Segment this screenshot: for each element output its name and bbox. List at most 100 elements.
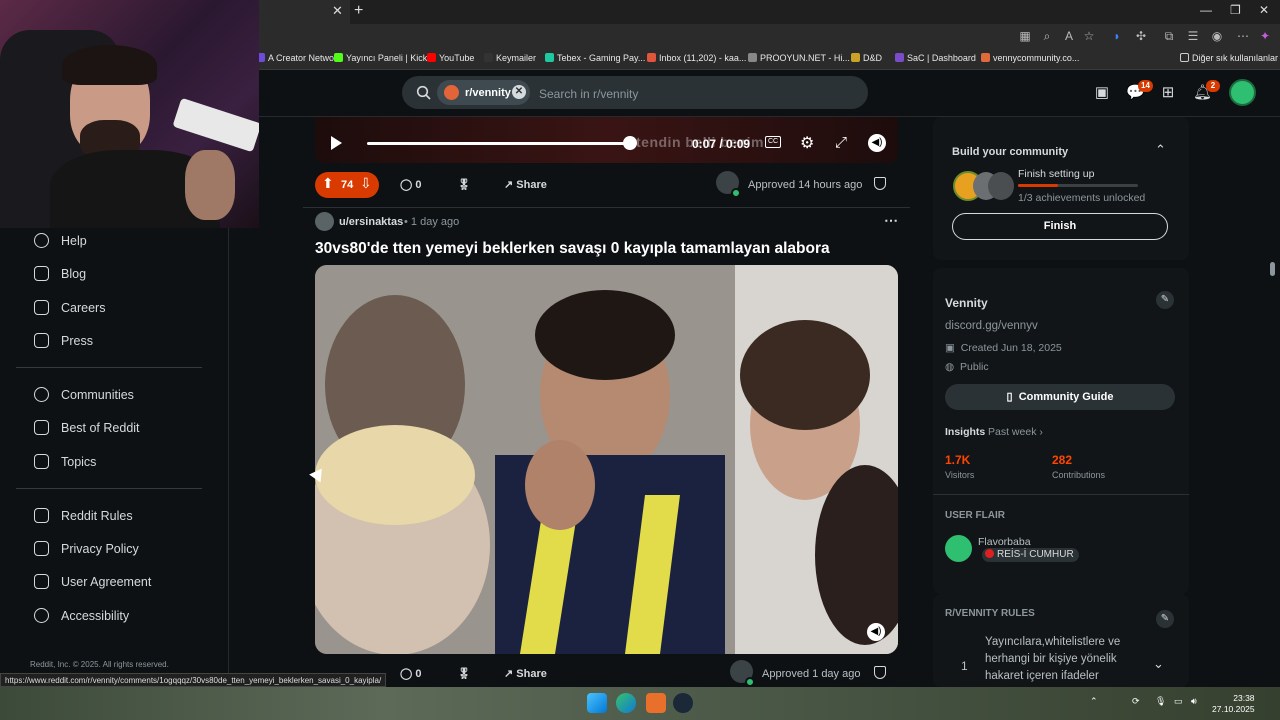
nav-item-help[interactable]: Help	[34, 233, 87, 248]
award-button[interactable]: 🎖︎	[448, 172, 480, 198]
bookmark-favicon-icon	[851, 53, 860, 62]
settings-gear-icon[interactable]: ⚙	[800, 133, 814, 153]
favorite-star-icon[interactable]: ☆	[1082, 29, 1096, 43]
play-icon[interactable]	[328, 135, 344, 151]
edit-pencil-icon[interactable]: ✎	[1156, 291, 1174, 309]
topics-icon	[34, 454, 49, 469]
nav-item-accessibility[interactable]: Accessibility	[34, 608, 129, 623]
comments-button[interactable]: ◯ 0	[392, 661, 436, 687]
streamer-webcam-overlay	[0, 0, 259, 228]
post-title[interactable]: 30vs80'de tten yemeyi beklerken savaşı 0…	[315, 240, 830, 258]
bookmark-item[interactable]: D&D	[851, 53, 882, 63]
award-button[interactable]: 🎖︎	[448, 661, 480, 687]
bookmark-item[interactable]: PROOYUN.NET - Hi...	[748, 53, 850, 63]
captions-icon[interactable]: CC	[765, 136, 781, 148]
expand-rule-chevron-icon[interactable]: ⌄	[1153, 656, 1164, 672]
mod-shield-icon[interactable]	[874, 666, 886, 679]
close-tab-icon[interactable]: ✕	[332, 3, 346, 19]
bookmark-item[interactable]: A Creator Network	[256, 53, 342, 63]
collapse-chevron-icon[interactable]: ⌃	[1155, 142, 1166, 158]
vote-count: 74	[341, 179, 354, 191]
nav-item-privacy-policy[interactable]: Privacy Policy	[34, 541, 139, 556]
video-scrubber-handle[interactable]	[623, 136, 637, 150]
bookmark-item[interactable]: Yayıncı Paneli | Kick	[334, 53, 427, 63]
comments-button[interactable]: ◯ 0	[392, 172, 436, 198]
fullscreen-icon[interactable]: ⤢	[835, 134, 847, 151]
bookmark-item[interactable]: Inbox (11,202) - kaa...	[647, 53, 746, 63]
app-launcher-icon[interactable]	[646, 693, 666, 713]
nav-item-careers[interactable]: Careers	[34, 300, 105, 315]
video-progress-bar[interactable]	[367, 142, 630, 145]
share-button[interactable]: ↗ Share	[494, 661, 560, 687]
rules-heading: R/VENNITY RULES	[945, 608, 1035, 619]
microphone-icon[interactable]: 🎙︎	[1155, 696, 1166, 707]
nav-item-blog[interactable]: Blog	[34, 266, 86, 281]
page-scrollbar[interactable]	[1270, 262, 1275, 276]
bookmark-item[interactable]: vennycommunity.co...	[981, 53, 1079, 63]
start-menu-icon[interactable]	[587, 693, 607, 713]
bookmark-item[interactable]: Tebex - Gaming Pay...	[545, 53, 645, 63]
edge-browser-icon[interactable]	[616, 693, 636, 713]
steam-icon[interactable]	[673, 693, 693, 713]
extensions-puzzle-icon[interactable]: ✣	[1134, 29, 1148, 43]
downvote-icon[interactable]: ⇩	[360, 175, 372, 192]
search-input[interactable]: Search in r/vennity	[539, 87, 638, 101]
tray-chevron-icon[interactable]: ⌃	[1090, 696, 1098, 707]
window-close-icon[interactable]: ✕	[1259, 3, 1269, 17]
video-time: 0:07 / 0:09	[692, 137, 751, 151]
nav-item-press[interactable]: Press	[34, 333, 93, 348]
build-card-subtitle: Finish setting up	[1018, 168, 1095, 180]
zoom-icon[interactable]: ⌕	[1040, 29, 1054, 43]
nav-item-communities[interactable]: Communities	[34, 387, 134, 402]
upvote-icon[interactable]: ⬆	[322, 175, 334, 192]
extension-icon[interactable]: ◗	[1110, 29, 1124, 43]
read-aloud-icon[interactable]: A	[1062, 29, 1076, 43]
community-description[interactable]: discord.gg/vennyv	[945, 320, 1038, 332]
author-avatar[interactable]	[315, 212, 334, 231]
post-video-thumbnail[interactable]: ◀)	[315, 265, 898, 654]
tray-sync-icon[interactable]: ⟳	[1132, 696, 1140, 707]
user-avatar[interactable]	[1229, 79, 1256, 106]
share-button[interactable]: ↗ Share	[494, 172, 560, 198]
minimize-icon[interactable]: —	[1200, 3, 1212, 17]
edit-rules-icon[interactable]: ✎	[1156, 610, 1174, 628]
vpn-icon[interactable]: ◉	[1210, 29, 1224, 43]
restore-icon[interactable]: ❐	[1230, 3, 1241, 17]
nav-item-topics[interactable]: Topics	[34, 454, 96, 469]
mute-icon[interactable]: ◀)	[867, 623, 885, 641]
volume-icon[interactable]: ◀)	[868, 134, 886, 152]
rule-text[interactable]: Yayıncılara,whitelistlere ve herhangi bi…	[985, 634, 1135, 685]
speaker-icon[interactable]: 🔊︎	[1191, 696, 1197, 707]
network-icon[interactable]: ▭	[1174, 696, 1183, 707]
achievements-text: 1/3 achievements unlocked	[1018, 192, 1146, 204]
nav-item-user-agreement[interactable]: User Agreement	[34, 574, 151, 589]
advertise-icon[interactable]: ▣	[1093, 84, 1111, 102]
post-author[interactable]: u/ersinaktas	[339, 216, 403, 228]
other-bookmarks-folder[interactable]: Diğer sık kullanılanlar	[1180, 53, 1278, 63]
notifications-badge: 2	[1206, 80, 1220, 92]
post-options-icon[interactable]: ⋯	[884, 212, 898, 229]
finish-button[interactable]: Finish	[952, 213, 1168, 240]
new-tab-icon[interactable]: +	[354, 2, 363, 20]
bookmark-item[interactable]: YouTube	[427, 53, 474, 63]
award-icon: 🎖︎	[457, 668, 471, 680]
insights-period-dropdown[interactable]: Past week ›	[988, 426, 1043, 438]
app-icon[interactable]: ▦	[1018, 29, 1032, 43]
copilot-icon[interactable]: ✦	[1258, 29, 1272, 43]
mod-shield-icon[interactable]	[874, 177, 886, 190]
share-icon: ↗	[504, 668, 514, 680]
blog-icon	[34, 266, 49, 281]
system-clock[interactable]: 23:38 27.10.2025	[1212, 693, 1255, 715]
bookmark-item[interactable]: Keymailer	[484, 53, 536, 63]
more-menu-icon[interactable]: ⋯	[1236, 29, 1250, 43]
favorites-icon[interactable]: ☰	[1186, 29, 1200, 43]
community-guide-button[interactable]: ▯ Community Guide	[945, 384, 1175, 410]
comment-icon: ◯	[400, 668, 413, 680]
remove-chip-icon[interactable]: ✕	[512, 85, 526, 99]
link-preview-status: https://www.reddit.com/r/vennity/comment…	[0, 673, 387, 687]
bookmark-item[interactable]: SaC | Dashboard	[895, 53, 976, 63]
nav-item-best-of-reddit[interactable]: Best of Reddit	[34, 420, 140, 435]
create-post-icon[interactable]: ⊞	[1159, 84, 1177, 102]
nav-item-reddit-rules[interactable]: Reddit Rules	[34, 508, 133, 523]
split-screen-icon[interactable]: ⧉	[1162, 29, 1176, 43]
